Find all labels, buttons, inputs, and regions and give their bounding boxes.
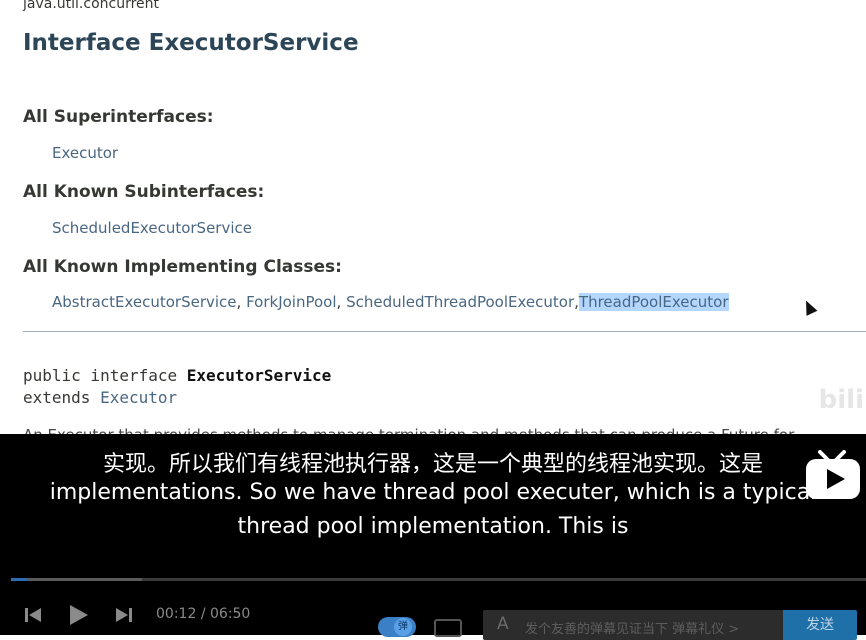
watermark: bili	[818, 385, 864, 415]
javadoc-page: java.util.concurrent Interface ExecutorS…	[0, 0, 866, 434]
send-button[interactable]: 发送	[783, 610, 857, 640]
danmu-settings-icon[interactable]	[434, 619, 462, 637]
link-fork-join-pool[interactable]: ForkJoinPool	[246, 293, 336, 311]
description-partial: An Executor that provides methods to man…	[23, 426, 794, 434]
danmu-placeholder: 发个友善的弹幕见证当下 弹幕礼仪 >	[525, 622, 740, 637]
link-scheduled-executor-service[interactable]: ScheduledExecutorService	[52, 219, 252, 237]
implementing-classes-list: AbstractExecutorService, ForkJoinPool, S…	[52, 293, 729, 311]
play-icon[interactable]	[66, 603, 90, 627]
time-current: 00:12	[156, 606, 197, 622]
mouse-cursor-icon	[800, 298, 818, 316]
declaration-line-2: extends Executor	[23, 388, 177, 407]
declaration-keywords: public interface	[23, 366, 187, 385]
extends-keyword: extends	[23, 388, 101, 407]
time-display: 00:12 / 06:50	[156, 606, 250, 622]
danmu-toggle-knob: 弹	[394, 618, 412, 636]
divider	[23, 331, 866, 332]
subtitle-chinese: 实现。所以我们有线程池执行器，这是一个典型的线程池实现。这是	[102, 452, 763, 477]
video-player-controls: 实现。所以我们有线程池执行器，这是一个典型的线程池实现。这是 implement…	[0, 434, 866, 640]
separator: ,	[336, 293, 342, 311]
subtitle-english-line-2: thread pool implementation. This is	[237, 514, 629, 539]
page-title: Interface ExecutorService	[23, 30, 359, 56]
separator: ,	[236, 293, 242, 311]
progress-played	[11, 578, 28, 581]
subinterfaces-list: ScheduledExecutorService	[52, 219, 252, 237]
progress-buffered	[11, 578, 142, 581]
link-executor[interactable]: Executor	[52, 144, 118, 162]
declaration-name: ExecutorService	[186, 366, 332, 385]
subinterfaces-heading: All Known Subinterfaces:	[23, 182, 265, 202]
danmu-input[interactable]: A 发个友善的弹幕见证当下 弹幕礼仪 >	[483, 610, 783, 640]
declaration-line-1: public interface ExecutorService	[23, 366, 331, 385]
superinterfaces-list: Executor	[52, 144, 118, 162]
superinterfaces-heading: All Superinterfaces:	[23, 107, 214, 127]
link-scheduled-thread-pool-executor[interactable]: ScheduledThreadPoolExecutor	[346, 293, 574, 311]
previous-icon[interactable]	[24, 606, 42, 624]
subtitle-english-line-1: implementations. So we have thread pool …	[49, 480, 817, 505]
next-icon[interactable]	[115, 606, 133, 624]
link-abstract-executor-service[interactable]: AbstractExecutorService	[52, 293, 237, 311]
package-name: java.util.concurrent	[23, 0, 160, 12]
time-separator: /	[200, 606, 206, 622]
time-total: 06:50	[209, 606, 251, 622]
font-style-icon[interactable]: A	[497, 614, 509, 634]
danmu-toggle[interactable]: 弹	[378, 617, 416, 637]
implementing-classes-heading: All Known Implementing Classes:	[23, 257, 342, 277]
progress-bar[interactable]	[11, 578, 866, 581]
link-extends-executor[interactable]: Executor	[100, 388, 177, 407]
bilibili-tv-icon	[806, 450, 860, 499]
link-thread-pool-executor[interactable]: ThreadPoolExecutor	[578, 293, 729, 311]
